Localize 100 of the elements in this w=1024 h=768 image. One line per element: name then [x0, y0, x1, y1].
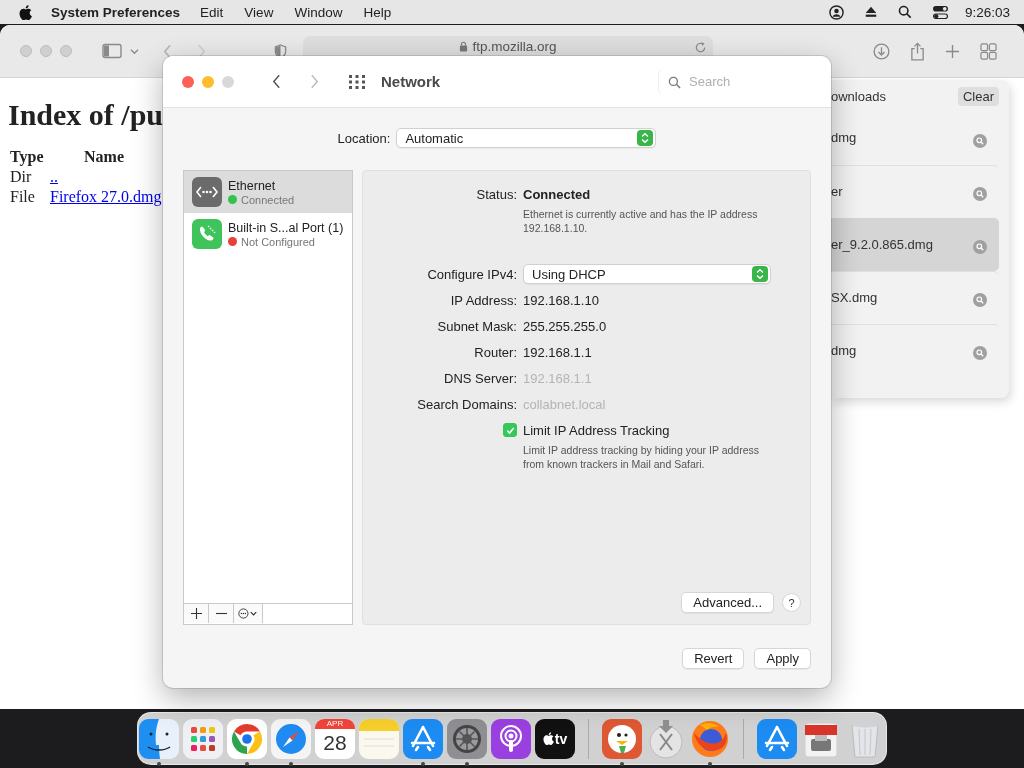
x-disc-icon[interactable] — [646, 718, 686, 759]
magnifier-icon[interactable] — [973, 346, 987, 360]
shield-icon[interactable] — [274, 43, 287, 59]
location-dropdown[interactable]: Automatic — [396, 128, 657, 148]
service-status: Not Configured — [241, 235, 315, 248]
phone-icon — [192, 219, 222, 249]
magnifier-icon[interactable] — [973, 133, 987, 148]
chevron-down-icon[interactable] — [130, 47, 139, 55]
forward-icon[interactable] — [310, 74, 319, 89]
remove-button[interactable] — [209, 604, 234, 623]
apple-logo-icon[interactable] — [19, 4, 32, 20]
tv-app-tile[interactable]: tv — [535, 718, 575, 759]
field-label: Router: — [473, 344, 517, 360]
app-grid-icon[interactable] — [183, 718, 223, 759]
calendar-day: 28 — [323, 728, 347, 757]
zoom-button[interactable] — [222, 75, 234, 88]
field-value: collabnet.local — [523, 396, 606, 412]
help-button[interactable]: ? — [782, 593, 801, 612]
table-cell-text: File — [10, 188, 36, 206]
zoom-button[interactable] — [60, 45, 72, 57]
podcast-icon[interactable] — [491, 718, 531, 759]
service-item[interactable]: Ethernet Connected — [184, 171, 352, 213]
toggle-switches-icon[interactable] — [931, 4, 949, 20]
column-header: Type — [10, 148, 45, 166]
menu-clock: 9:26:03 — [964, 4, 1010, 20]
field-label: Subnet Mask: — [436, 318, 517, 334]
column-header: Name — [83, 148, 125, 166]
window-title: Network — [381, 73, 441, 90]
tab-overview-icon[interactable] — [980, 42, 997, 60]
actions-button[interactable] — [234, 604, 263, 623]
app-menu[interactable]: System Preferences — [51, 4, 181, 20]
field-label: Search Domains: — [416, 396, 517, 412]
file-name: dmg — [831, 343, 857, 358]
plus-icon[interactable] — [945, 43, 960, 59]
tracking-note: Limit IP address tracking by hiding your IP address from known trackers in Mail and Safari. — [523, 443, 760, 471]
address-bar[interactable]: ftp.mozilla.org — [303, 36, 713, 56]
user-icon[interactable] — [828, 4, 844, 20]
magnifier-icon[interactable] — [973, 293, 987, 307]
reload-icon[interactable] — [694, 41, 707, 54]
apply-button[interactable]: Apply — [754, 648, 811, 669]
minimize-button[interactable] — [40, 45, 52, 57]
field-value: 255.255.255.0 — [523, 318, 607, 334]
download-item[interactable]: dmg — [831, 112, 999, 165]
calendar-month: APR — [315, 718, 355, 729]
menu-item[interactable]: Window — [294, 4, 343, 20]
service-name: Built-in S...al Port (1) — [228, 220, 344, 235]
download-icon[interactable] — [873, 42, 890, 60]
field-value: 192.168.1.1 — [523, 370, 592, 386]
menu-item[interactable]: View — [244, 4, 274, 20]
address-text: ftp.mozilla.org — [472, 38, 557, 54]
field-label: DNS Server: — [443, 370, 517, 386]
grid-icon[interactable] — [348, 73, 366, 90]
file-name: SX.dmg — [831, 290, 878, 305]
service-item[interactable]: Built-in S...al Port (1) Not Configured — [184, 213, 352, 255]
stylized-a-icon[interactable] — [757, 718, 797, 759]
menu-item[interactable]: Help — [363, 4, 392, 20]
minimize-button[interactable] — [202, 75, 214, 88]
close-button[interactable] — [20, 45, 32, 57]
add-button[interactable] — [184, 604, 209, 623]
checkbox[interactable] — [503, 423, 517, 437]
file-name: dmg — [831, 130, 857, 145]
status-note: Ethernet is currently active and has the IP address 192.168.1.10. — [523, 207, 759, 235]
file-link[interactable]: Firefox 27.0.dmg — [50, 188, 162, 205]
service-name: Ethernet — [228, 178, 277, 193]
menu-item[interactable]: Edit — [200, 4, 224, 20]
magnifier-icon[interactable] — [973, 187, 987, 201]
search-icon[interactable] — [897, 5, 912, 19]
notepad-icon[interactable] — [359, 718, 399, 759]
revert-button[interactable]: Revert — [682, 648, 745, 669]
share-icon[interactable] — [910, 41, 925, 61]
search-icon — [668, 75, 681, 89]
back-icon[interactable] — [272, 74, 281, 89]
field-label: Status: — [475, 186, 517, 202]
field-value: 192.168.1.10 — [523, 292, 599, 308]
file-link[interactable]: .. — [50, 168, 58, 185]
ethernet-icon — [192, 177, 222, 207]
duck-icon[interactable] — [602, 718, 642, 759]
gear-icon[interactable] — [447, 718, 487, 759]
stepper-icon — [752, 266, 768, 282]
apple-logo-icon — [542, 732, 554, 745]
clear-button[interactable]: Clear — [957, 86, 999, 106]
download-item[interactable]: er_9.2.0.865.dmg — [831, 218, 999, 271]
eject-icon[interactable] — [863, 5, 878, 19]
field-label: Configure IPv4: — [426, 266, 517, 282]
advanced-button[interactable]: Advanced... — [681, 592, 774, 613]
checkbox-label: Limit IP Address Tracking — [523, 422, 670, 438]
service-status: Connected — [241, 193, 295, 206]
field-label: IP Address: — [449, 292, 517, 308]
status-value: Connected — [523, 186, 591, 202]
stylized-a-icon[interactable] — [403, 718, 443, 759]
color-wheel-icon[interactable] — [227, 718, 267, 759]
compass-icon[interactable] — [271, 718, 311, 759]
file-name: er_9.2.0.865.dmg — [831, 237, 933, 252]
configure-dropdown[interactable]: Using DHCP — [523, 264, 771, 284]
close-button[interactable] — [182, 75, 194, 88]
magnifier-icon[interactable] — [973, 240, 987, 254]
calendar-icon[interactable]: APR 28 — [315, 718, 355, 759]
panel-title: ownloads — [831, 88, 886, 104]
smiling-face-icon[interactable] — [139, 718, 179, 759]
sidebar-icon[interactable] — [102, 43, 122, 59]
